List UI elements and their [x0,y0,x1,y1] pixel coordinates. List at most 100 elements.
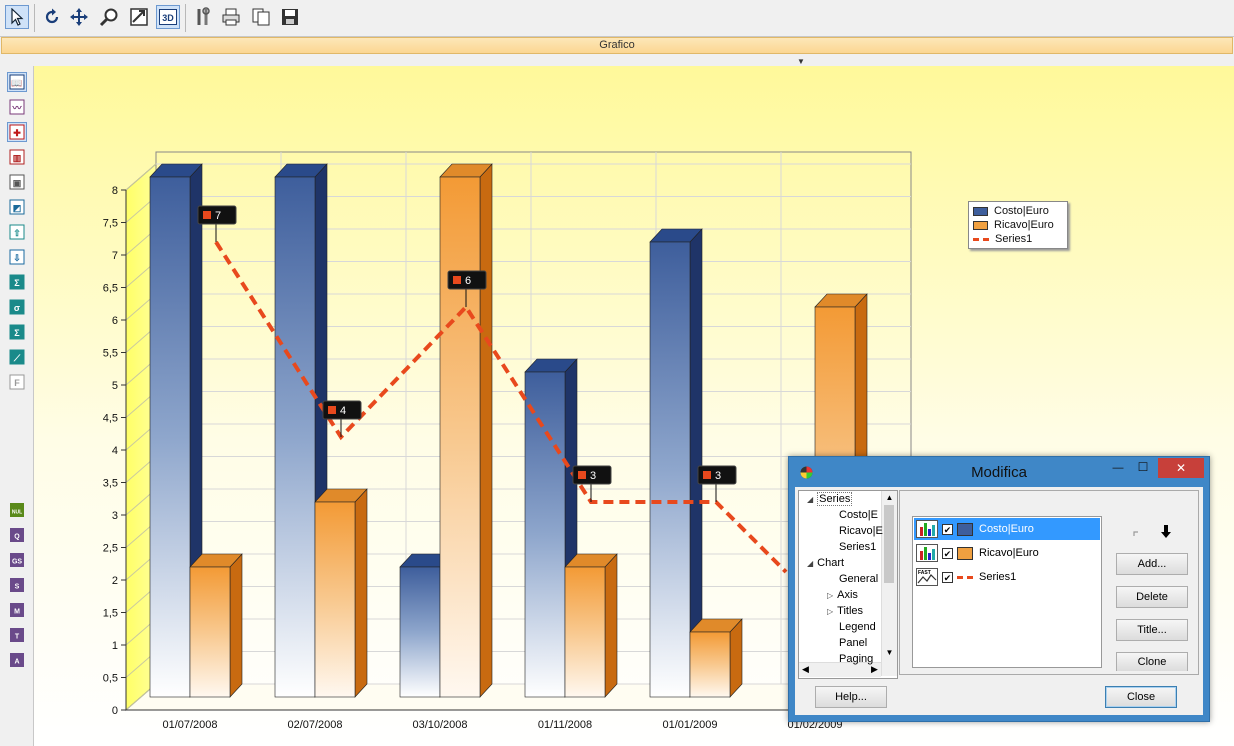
bar-chart-small-icon [916,520,938,538]
tree-item-axis[interactable]: ▷ Axis [827,589,858,601]
move-icon[interactable] [67,5,91,29]
tree-item-paging[interactable]: Paging [839,653,873,665]
svg-text:S: S [15,584,20,591]
tree-item-panel[interactable]: Panel [839,637,867,649]
series-line-swatch[interactable] [957,575,973,579]
series-color-swatch[interactable] [957,546,973,560]
svg-text:▣: ▣ [13,178,22,188]
series-list-item[interactable]: FAST ✔ Series1 [914,566,1100,588]
gq-icon[interactable]: Q [7,525,27,545]
tree-item-costo-e[interactable]: Costo|E [839,509,878,521]
clone-button[interactable]: Clone [1116,652,1188,671]
series-name: Series1 [979,571,1017,583]
minimize-button[interactable]: — [1107,462,1129,474]
tree-item-series[interactable]: ◢ Series [807,492,853,506]
bar-ricavo [189,566,231,698]
sort-up-icon[interactable]: ⇧ [7,222,27,242]
series-checkbox[interactable]: ✔ [942,547,953,559]
sigma-icon[interactable]: Σ [7,322,27,342]
left-toolbar: 📖 〰 ✚ ▥ ▣ ◩ ⇧ ⇩ Σσ Σ ⟋ F NUL Q GS S M T A [0,66,34,746]
tree-collapse-icon[interactable]: ◢ [807,495,813,504]
main-toolbar: 3D [0,0,1234,37]
bar-costo [274,176,316,698]
data-label: 4 [340,405,346,417]
tree-expand-icon[interactable]: ▷ [827,591,833,600]
tree-vscrollbar[interactable]: ▲ ▼ [881,491,897,676]
function-icon[interactable]: Σ [7,272,27,292]
series-checkbox[interactable]: ✔ [942,523,953,535]
undo-rotate-icon[interactable] [40,5,64,29]
gx-icon[interactable]: S [7,575,27,595]
close-window-button[interactable]: ✕ [1158,458,1204,478]
series-checkbox[interactable]: ✔ [942,571,953,583]
scroll-right-arrow-icon[interactable]: ▶ [871,664,878,675]
series-color-swatch[interactable] [957,522,973,536]
delete-button[interactable]: Delete [1116,586,1188,608]
move-down-arrow-icon[interactable] [1159,524,1173,540]
nul-icon[interactable]: NUL [7,500,27,520]
gs-icon[interactable]: GS [7,550,27,570]
tree-collapse-icon[interactable]: ◢ [807,559,813,568]
select-arrow-icon[interactable] [5,5,29,29]
y-tick-label: 7,5 [103,218,118,230]
series-list-item[interactable]: ✔ Costo|Euro [914,518,1100,540]
series-edit-icon[interactable]: 〰 [7,97,27,117]
y-tick-label: 8 [112,185,118,197]
tree-item-ricavo-e[interactable]: Ricavo|E [839,525,883,537]
collapse-arrow-icon[interactable]: ▼ [797,57,805,66]
bar-costo [399,566,441,698]
sort-down-icon[interactable]: ⇩ [7,247,27,267]
bar-series-icon[interactable]: ▥ [7,147,27,167]
modifica-dialog: Modifica — ☐ ✕ ▲ ▼ ◀ ▶ ◢ Series Costo|E Ric… [788,456,1210,722]
scroll-left-arrow-icon[interactable]: ◀ [802,664,809,675]
title-button[interactable]: Title... [1116,619,1188,641]
tree-item-legend[interactable]: Legend [839,621,876,633]
tree-item-chart[interactable]: ◢ Chart [807,557,844,569]
tree-item-label: Series1 [839,541,877,553]
data-label-marker [328,406,336,414]
tree-item-series1[interactable]: Series1 [839,541,876,553]
add-button[interactable]: Add... [1116,553,1188,575]
copy-icon[interactable] [249,5,273,29]
export-image-icon[interactable] [127,5,151,29]
gz-icon[interactable]: A [7,650,27,670]
scroll-down-arrow-icon[interactable]: ▼ [883,648,896,657]
y-tick-label: 2 [112,575,118,587]
import-icon[interactable]: ◩ [7,197,27,217]
legend-swatch-costo [973,206,988,216]
crosshair-icon[interactable]: ✚ [7,122,27,142]
scroll-up-arrow-icon[interactable]: ▲ [883,493,896,502]
y-tick-label: 4,5 [103,413,118,425]
chart-legend: Costo|Euro Ricavo|Euro Series1 [968,201,1068,249]
svg-text:〰: 〰 [11,103,22,113]
tree-item-titles[interactable]: ▷ Titles [827,605,863,617]
maximize-button[interactable]: ☐ [1132,460,1154,474]
zoom-icon[interactable] [97,5,121,29]
formula-icon[interactable]: F [7,372,27,392]
help-button[interactable]: Help... [815,686,887,708]
print-icon[interactable] [219,5,243,29]
tree-item-label: Panel [839,637,868,649]
gallery-icon[interactable]: 📖 [7,72,27,92]
trend-icon[interactable]: ⟋ [7,347,27,367]
sigma-small-icon[interactable]: σ [7,297,27,317]
settings-tree[interactable]: ▲ ▼ ◀ ▶ ◢ Series Costo|E Ricavo|E Series1 ◢ Ch… [798,490,898,679]
svg-text:◩: ◩ [13,203,22,213]
y-tick-label: 7 [112,250,118,262]
scroll-thumb[interactable] [884,505,894,583]
camera-icon[interactable]: ▣ [7,172,27,192]
data-label-marker [203,211,211,219]
series-list-item[interactable]: ✔ Ricavo|Euro [914,542,1100,564]
close-button[interactable]: Close [1105,686,1177,708]
tools-icon[interactable] [191,5,215,29]
data-label: 7 [215,210,221,222]
active-3d-icon[interactable]: 3D [156,5,180,29]
series-list[interactable]: ✔ Costo|Euro ✔ Ricavo|Euro FAST ✔ Series1 [912,516,1102,668]
legend-item-ricavo: Ricavo|Euro [973,218,1054,232]
move-up-arrow-icon[interactable] [1131,526,1145,540]
gt-icon[interactable]: T [7,625,27,645]
gm-icon[interactable]: M [7,600,27,620]
tree-expand-icon[interactable]: ▷ [827,607,833,616]
tree-item-general[interactable]: General [839,573,878,585]
save-icon[interactable] [278,5,302,29]
